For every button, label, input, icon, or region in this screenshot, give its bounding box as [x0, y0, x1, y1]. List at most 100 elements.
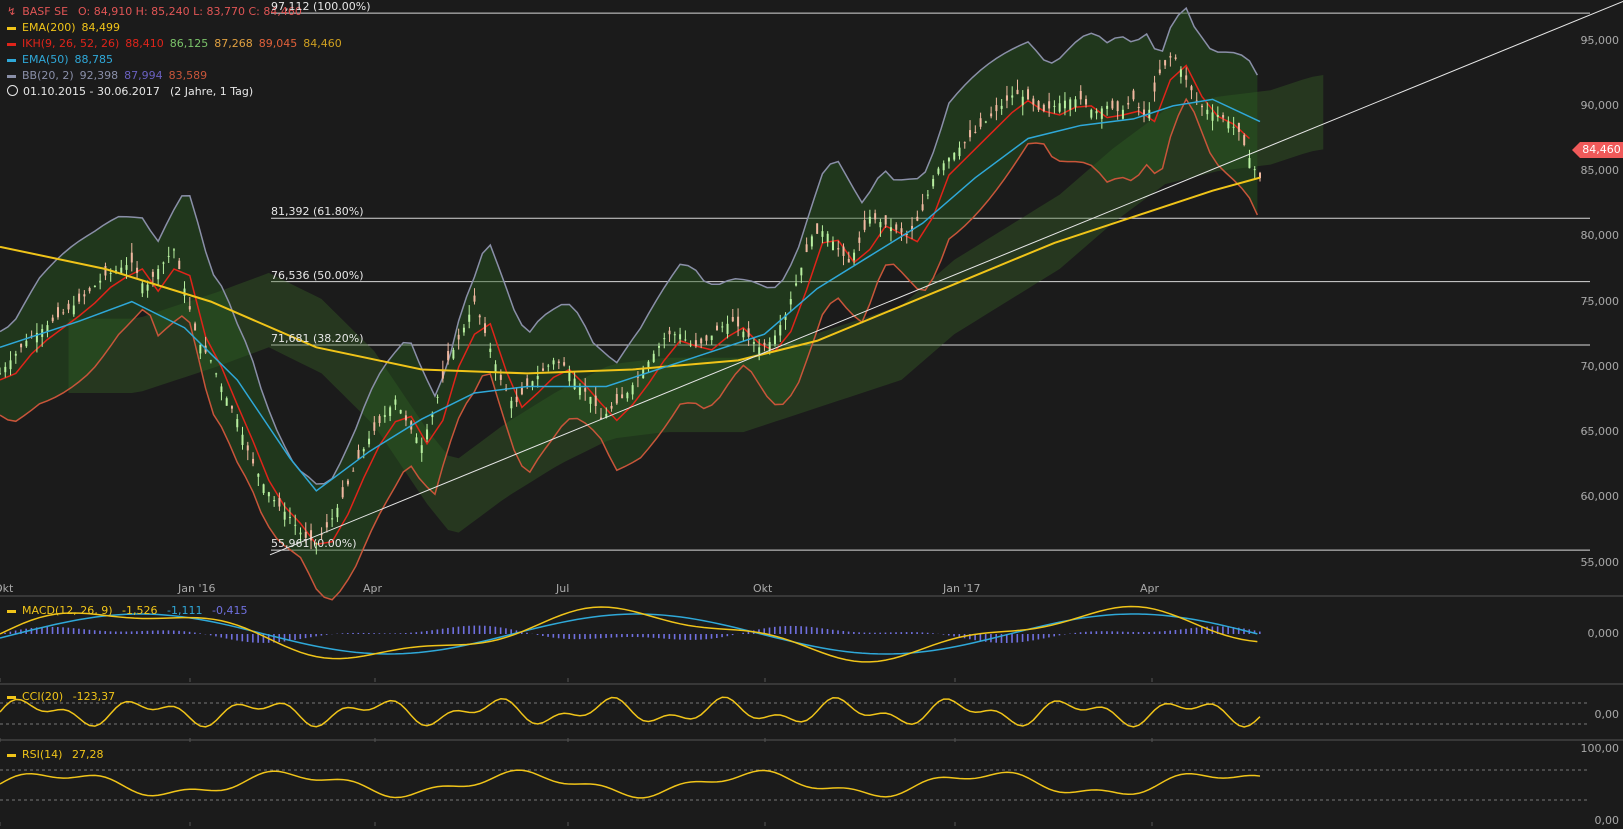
candle-body — [515, 396, 518, 403]
candle-body — [847, 259, 850, 263]
fib-label: 97,112 (100.00%) — [271, 0, 371, 14]
candle-body — [953, 152, 956, 160]
macd-hist-bar — [1185, 628, 1187, 634]
candle-body — [684, 339, 687, 341]
candle-body — [273, 499, 276, 502]
macd-hist-bar — [1158, 631, 1161, 634]
macd-hist-bar — [900, 632, 903, 634]
candle-body — [747, 328, 750, 337]
macd-hist-bar — [610, 634, 613, 638]
candle-body — [1111, 100, 1114, 109]
candle-body — [1106, 105, 1109, 109]
candle-body — [1016, 89, 1019, 95]
macd-hist-bar — [563, 634, 565, 639]
period-legend: 01.10.2015 - 30.06.2017 (2 Jahre, 1 Tag) — [7, 85, 253, 99]
indicator-label: IKH(9, 26, 52, 26) — [22, 37, 120, 50]
macd-hist-bar — [810, 627, 813, 634]
macd-hist-bar — [499, 627, 502, 634]
candle-body — [88, 287, 91, 292]
candle-body — [104, 266, 107, 276]
macd-hist-bar — [526, 632, 528, 634]
x-tick-label: Jul — [556, 582, 570, 595]
macd-hist-bar — [626, 634, 628, 638]
macd-hist-bar — [478, 625, 481, 634]
candle-body — [56, 307, 59, 318]
candle-body — [1158, 69, 1161, 74]
candle-body — [853, 252, 856, 261]
period-range: 01.10.2015 - 30.06.2017 — [23, 85, 160, 98]
x-tick-label: Jan '17 — [943, 582, 981, 595]
candle-body — [1063, 100, 1066, 109]
candle-body — [478, 315, 481, 318]
indicator-label: EMA(50) — [22, 53, 69, 66]
candle-body — [468, 314, 471, 322]
macd-hist-bar — [1090, 631, 1092, 634]
indicator-value: 87,994 — [124, 69, 163, 82]
macd-hist-bar — [789, 625, 792, 634]
candle-body — [436, 396, 439, 398]
candle-body — [457, 334, 460, 340]
candle-body — [916, 216, 919, 221]
candle-body — [299, 532, 302, 535]
fib-label: 81,392 (61.80%) — [271, 205, 364, 219]
candle-body — [130, 252, 133, 263]
candle-body — [294, 524, 297, 526]
clock-icon — [7, 85, 18, 96]
symbol-legend: ↯ BASF SE O: 84,910 H: 85,240 L: 83,770 C:… — [7, 5, 302, 19]
candle-body — [810, 236, 813, 247]
macd-label: MACD(12, 26, 9) — [22, 604, 113, 617]
macd-hist-bar — [462, 626, 465, 634]
macd-hist-bar — [183, 631, 186, 634]
indicator-value: 86,125 — [169, 37, 209, 50]
macd-hist-bar — [72, 628, 75, 634]
macd-hist-bar — [826, 629, 829, 634]
candle-body — [368, 438, 371, 445]
macd-hist-bar — [657, 634, 660, 639]
candle-body — [236, 419, 239, 428]
candle-body — [1227, 121, 1230, 129]
x-tick-label: Jan '16 — [178, 582, 216, 595]
candle-body — [72, 305, 75, 315]
candle-body — [1216, 115, 1219, 118]
macd-hist-bar — [837, 630, 839, 634]
y-tick-label: 65,000 — [1580, 425, 1620, 439]
macd-hist-bar — [426, 630, 428, 634]
candle-body — [1185, 75, 1188, 80]
macd-hist-bar — [151, 630, 154, 634]
macd-hist-bar — [1121, 631, 1124, 634]
macd-hist-bar — [141, 631, 143, 634]
macd-hist-bar — [236, 634, 238, 641]
candle-body — [573, 378, 576, 389]
candle-body — [552, 360, 555, 365]
candle-body — [1027, 89, 1030, 100]
candle-body — [151, 271, 154, 277]
macd-hist-bar — [505, 628, 507, 634]
candle-body — [837, 248, 840, 250]
macd-hist-bar — [536, 634, 539, 635]
macd-hist-bar — [1106, 631, 1108, 634]
candle-body — [67, 303, 70, 310]
y-tick-label: 55,000 — [1580, 555, 1620, 569]
macd-hist-bar — [947, 634, 950, 636]
candle-body — [578, 386, 581, 396]
indicator-value: 83,589 — [168, 69, 208, 82]
indicator-value: 87,268 — [214, 37, 253, 50]
candle-body — [426, 429, 429, 440]
cci-value: -123,37 — [72, 690, 116, 703]
candle-body — [984, 121, 987, 123]
candle-body — [383, 415, 386, 417]
macd-hist-bar — [246, 634, 249, 642]
macd-hist-bar — [304, 634, 307, 639]
macd-hist-bar — [895, 632, 897, 634]
candle-body — [336, 507, 339, 518]
macd-hist-bar — [431, 630, 433, 634]
candle-body — [752, 342, 755, 344]
candle-body — [615, 394, 618, 404]
candle-body — [594, 395, 597, 407]
candle-body — [1132, 90, 1135, 100]
candle-body — [1222, 115, 1225, 118]
macd-hist-bar — [863, 632, 866, 634]
candle-body — [1090, 109, 1093, 118]
candle-body — [1079, 90, 1082, 100]
candle-body — [710, 335, 713, 341]
